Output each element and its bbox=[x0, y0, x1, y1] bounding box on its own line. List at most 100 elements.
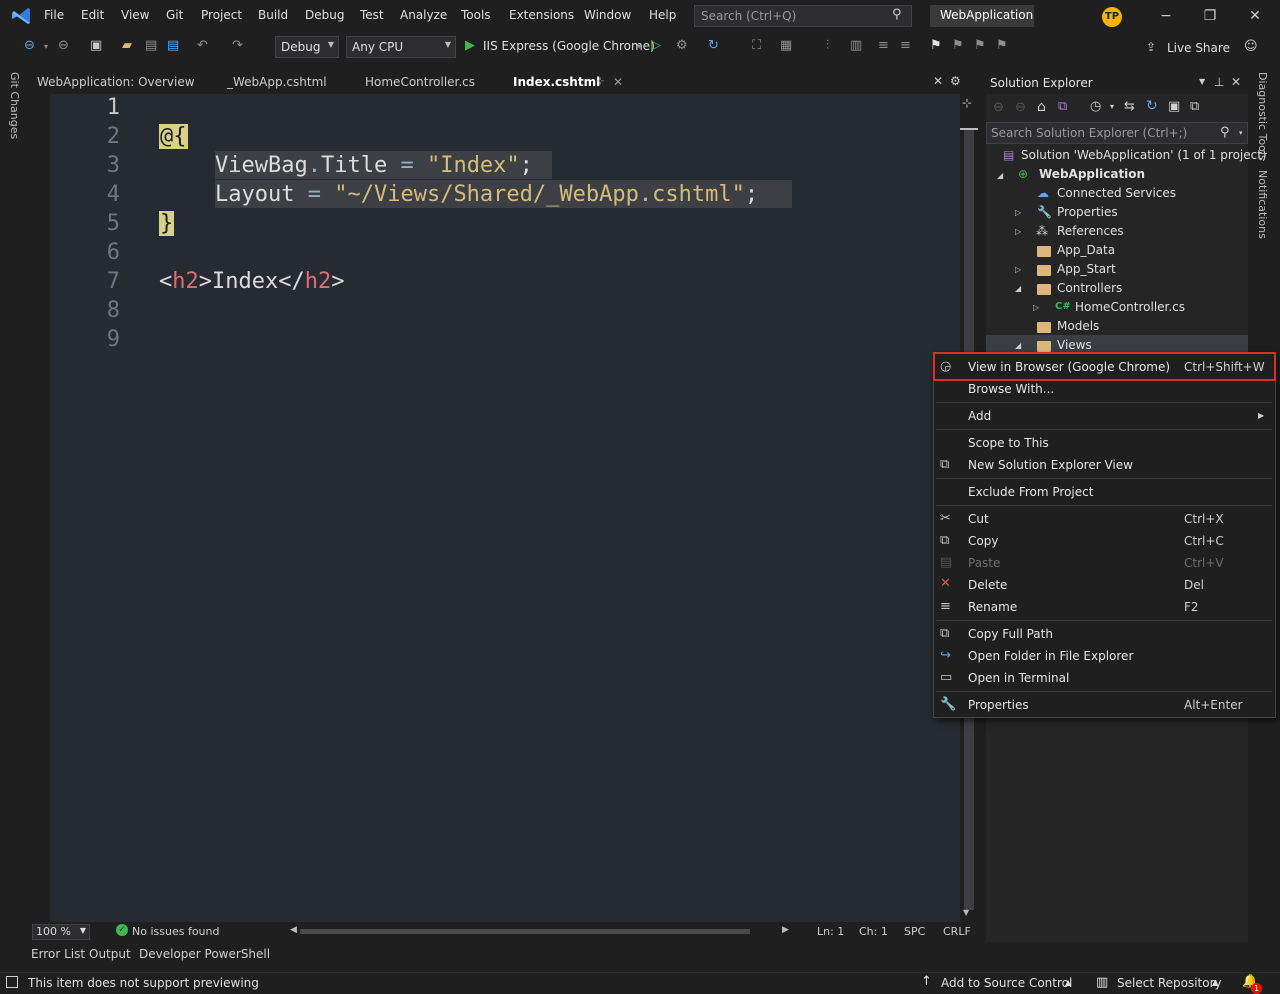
menu-analyze[interactable]: Analyze bbox=[400, 8, 447, 22]
chevron-down-icon[interactable]: ▾ bbox=[1239, 129, 1243, 137]
add-to-source-control-button[interactable]: Add to Source Control bbox=[941, 976, 1072, 990]
maximize-icon[interactable]: ❐ bbox=[1200, 8, 1220, 24]
open-folder-icon[interactable]: ▰ bbox=[122, 38, 132, 53]
run-target-button[interactable]: IIS Express (Google Chrome) bbox=[483, 39, 655, 53]
tree-item[interactable]: HomeController.cs bbox=[1075, 300, 1185, 314]
menu-copy[interactable]: Copy bbox=[968, 534, 998, 548]
forward-icon[interactable]: ⊖ bbox=[58, 38, 69, 53]
menu-open-in-terminal[interactable]: Open in Terminal bbox=[968, 671, 1069, 685]
menu-edit[interactable]: Edit bbox=[81, 8, 104, 22]
menu-tools[interactable]: Tools bbox=[461, 8, 491, 22]
tab-overview[interactable]: WebApplication: Overview bbox=[37, 75, 195, 89]
undo-icon[interactable]: ↶ bbox=[197, 38, 208, 53]
menu-exclude-from-project[interactable]: Exclude From Project bbox=[968, 485, 1093, 499]
refresh-icon[interactable]: ↻ bbox=[1146, 98, 1158, 114]
step-icon[interactable]: ⫶ bbox=[826, 38, 829, 53]
search-icon[interactable]: ⚲ bbox=[1220, 125, 1230, 140]
collapse-all-icon[interactable]: ▣ bbox=[1168, 99, 1180, 114]
minimize-icon[interactable]: − bbox=[1156, 8, 1176, 24]
git-changes-tab[interactable]: Git Changes bbox=[8, 72, 21, 139]
back-icon[interactable]: ⊖ bbox=[993, 100, 1004, 115]
split-icon[interactable]: ⊹ bbox=[962, 96, 972, 110]
tree-item[interactable]: Connected Services bbox=[1057, 186, 1176, 200]
line-ending-indicator[interactable]: CRLF bbox=[943, 925, 971, 938]
tab-webapp-cshtml[interactable]: _WebApp.cshtml bbox=[227, 75, 327, 89]
solution-search-input[interactable]: Search Solution Explorer (Ctrl+;) bbox=[986, 122, 1248, 144]
pin-icon[interactable]: ⊥ bbox=[1214, 75, 1224, 89]
back-icon[interactable]: ⊖ bbox=[24, 38, 35, 53]
scroll-right-icon[interactable]: ▶ bbox=[782, 925, 789, 935]
menu-view[interactable]: View bbox=[121, 8, 149, 22]
close-panel-icon[interactable]: ✕ bbox=[1231, 75, 1241, 89]
save-icon[interactable]: ▤ bbox=[145, 38, 157, 53]
editor-surface[interactable] bbox=[50, 94, 960, 922]
collapsed-triangle-icon[interactable]: ▷ bbox=[1015, 265, 1021, 274]
pin-icon[interactable]: ⊹ bbox=[596, 76, 604, 87]
close-all-icon[interactable]: ✕ bbox=[933, 74, 943, 88]
menu-window[interactable]: Window bbox=[584, 8, 631, 22]
line-indicator[interactable]: Ln: 1 bbox=[817, 925, 844, 938]
menu-view-in-browser[interactable]: View in Browser (Google Chrome) bbox=[968, 360, 1170, 374]
avatar[interactable]: TP bbox=[1102, 7, 1122, 27]
collapsed-triangle-icon[interactable]: ▷ bbox=[1033, 303, 1039, 312]
tree-item[interactable]: App_Data bbox=[1057, 243, 1115, 257]
show-all-files-icon[interactable]: ⧉ bbox=[1190, 99, 1199, 114]
menu-browse-with[interactable]: Browse With... bbox=[968, 382, 1054, 396]
platform-select[interactable]: Any CPU ▼ bbox=[346, 36, 456, 58]
zoom-select[interactable]: 100 % ▼ bbox=[32, 924, 90, 940]
home-icon[interactable]: ⌂ bbox=[1037, 99, 1046, 115]
menu-scope-to-this[interactable]: Scope to This bbox=[968, 436, 1049, 450]
save-all-icon[interactable]: ▤ bbox=[167, 38, 179, 53]
tree-item[interactable]: App_Start bbox=[1057, 262, 1116, 276]
layout-icon[interactable]: ▦ bbox=[780, 38, 792, 53]
settings-icon[interactable]: ⚙ bbox=[950, 74, 961, 88]
redo-icon[interactable]: ↷ bbox=[232, 38, 243, 53]
expanded-triangle-icon[interactable]: ◢ bbox=[1015, 341, 1021, 350]
indent-icon[interactable]: ≡ bbox=[878, 38, 889, 53]
menu-build[interactable]: Build bbox=[258, 8, 288, 22]
run-icon[interactable]: ▶ bbox=[465, 38, 475, 53]
collapsed-triangle-icon[interactable]: ▷ bbox=[1015, 208, 1021, 217]
close-icon[interactable]: ✕ bbox=[1245, 8, 1265, 24]
tab-developer-powershell[interactable]: Developer PowerShell bbox=[139, 947, 270, 961]
tree-item[interactable]: Properties bbox=[1057, 205, 1118, 219]
switch-views-icon[interactable]: ⧉ bbox=[1058, 99, 1067, 114]
notifications-tab[interactable]: Notifications bbox=[1256, 170, 1269, 239]
share-icon[interactable]: ⇪ bbox=[1146, 40, 1156, 54]
expanded-triangle-icon[interactable]: ◢ bbox=[1015, 284, 1021, 293]
comment-icon[interactable]: ▥ bbox=[850, 38, 862, 53]
refresh-icon[interactable]: ↻ bbox=[708, 38, 719, 53]
tree-project[interactable]: WebApplication bbox=[1039, 167, 1145, 181]
expanded-triangle-icon[interactable]: ◢ bbox=[997, 171, 1003, 180]
chevron-down-icon[interactable]: ▾ bbox=[1110, 102, 1114, 111]
chevron-down-icon[interactable]: ▼ bbox=[1199, 77, 1205, 86]
menu-rename[interactable]: Rename bbox=[968, 600, 1017, 614]
scroll-left-icon[interactable]: ◀ bbox=[290, 925, 297, 935]
menu-add[interactable]: Add bbox=[968, 409, 991, 423]
clear-bookmarks-icon[interactable]: ⚑ bbox=[996, 38, 1008, 53]
vs-logo-icon[interactable] bbox=[10, 6, 32, 26]
outdent-icon[interactable]: ≡ bbox=[900, 38, 911, 53]
chevron-up-icon[interactable]: ▲ bbox=[1212, 978, 1218, 987]
horizontal-scrollbar-thumb[interactable] bbox=[300, 929, 750, 934]
tab-index-cshtml[interactable]: Index.cshtml bbox=[513, 75, 600, 89]
hot-reload-icon[interactable]: ⚙ bbox=[676, 38, 688, 53]
issues-status[interactable]: No issues found bbox=[132, 925, 219, 938]
tree-item[interactable]: Controllers bbox=[1057, 281, 1122, 295]
chevron-up-icon[interactable]: ▲ bbox=[1065, 978, 1071, 987]
column-indicator[interactable]: Ch: 1 bbox=[859, 925, 888, 938]
tab-output[interactable]: Output bbox=[89, 947, 131, 961]
menu-help[interactable]: Help bbox=[649, 8, 676, 22]
menu-project[interactable]: Project bbox=[201, 8, 242, 22]
tree-item[interactable]: Models bbox=[1057, 319, 1099, 333]
new-project-icon[interactable]: ▣ bbox=[90, 38, 102, 53]
bookmark-icon[interactable]: ⚑ bbox=[930, 38, 942, 53]
menu-cut[interactable]: Cut bbox=[968, 512, 989, 526]
configuration-select[interactable]: Debug ▼ bbox=[275, 36, 339, 58]
whitespace-indicator[interactable]: SPC bbox=[904, 925, 925, 938]
prev-bookmark-icon[interactable]: ⚑ bbox=[952, 38, 964, 53]
menu-copy-full-path[interactable]: Copy Full Path bbox=[968, 627, 1053, 641]
pending-changes-icon[interactable]: ◷ bbox=[1090, 99, 1101, 114]
menu-git[interactable]: Git bbox=[166, 8, 183, 22]
diagnostic-tools-tab[interactable]: Diagnostic Tools bbox=[1256, 72, 1269, 161]
